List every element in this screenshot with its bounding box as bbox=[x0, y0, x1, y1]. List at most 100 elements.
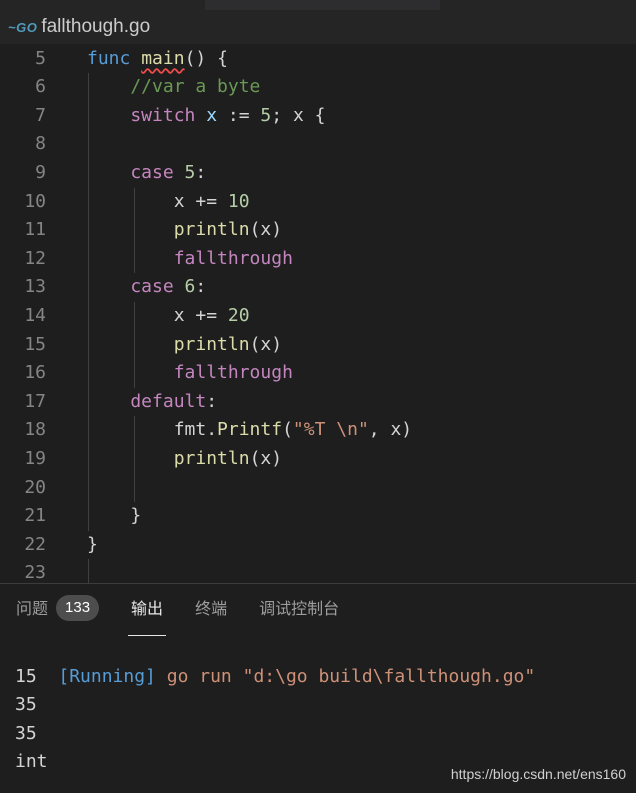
code-line[interactable]: 11 println(x) bbox=[0, 216, 636, 245]
code-token: := bbox=[217, 104, 261, 126]
code-token: println bbox=[87, 333, 250, 355]
line-number: 22 bbox=[24, 533, 46, 555]
code-text: x += 20 bbox=[87, 302, 250, 331]
code-line[interactable]: 16 fallthrough bbox=[0, 359, 636, 388]
code-token: fmt. bbox=[87, 419, 218, 441]
code-text: x += 10 bbox=[87, 188, 250, 217]
code-token: fallthrough bbox=[87, 362, 293, 384]
code-token: x += bbox=[87, 304, 228, 326]
line-number: 10 bbox=[24, 190, 46, 212]
code-token: 5 bbox=[173, 161, 196, 183]
line-number: 16 bbox=[24, 362, 46, 384]
code-line[interactable]: 21 } bbox=[0, 502, 636, 531]
code-line[interactable]: 18 fmt.Printf("%T \n", x) bbox=[0, 416, 636, 445]
code-token: } bbox=[87, 505, 142, 527]
code-line[interactable]: 22} bbox=[0, 531, 636, 560]
file-tab[interactable]: ~GO fallthough.go bbox=[8, 14, 150, 40]
code-token: ( bbox=[282, 419, 293, 441]
panel-tab-label: 问题 bbox=[16, 601, 49, 618]
code-token: } bbox=[87, 533, 98, 555]
code-token: case bbox=[87, 161, 174, 183]
output-line: 35 bbox=[15, 722, 37, 744]
code-token: : bbox=[195, 276, 207, 298]
code-token: case bbox=[87, 276, 174, 298]
code-token: Printf bbox=[217, 419, 283, 441]
code-token: 10 bbox=[227, 190, 250, 212]
panel-tab[interactable]: 输出 bbox=[128, 584, 167, 636]
code-text: fallthrough bbox=[87, 245, 293, 274]
line-number: 9 bbox=[35, 161, 46, 183]
code-line[interactable]: 17 default: bbox=[0, 388, 636, 417]
code-text: switch x := 5; x { bbox=[87, 102, 325, 131]
code-token: //var a byte bbox=[87, 76, 261, 98]
code-text: } bbox=[87, 531, 98, 560]
code-line[interactable]: 5 func main() { bbox=[0, 45, 636, 74]
code-token: (x) bbox=[249, 447, 283, 469]
code-token: func bbox=[87, 47, 131, 69]
code-line[interactable]: 9 case 5: bbox=[0, 159, 636, 188]
line-number: 6 bbox=[35, 76, 46, 98]
line-number: 7 bbox=[35, 104, 46, 126]
indent-guide bbox=[134, 301, 135, 388]
code-text: println(x) bbox=[87, 445, 282, 474]
code-line[interactable]: 8 bbox=[0, 130, 636, 159]
line-number: 12 bbox=[24, 247, 46, 269]
code-line[interactable]: 20 bbox=[0, 474, 636, 503]
line-number: 21 bbox=[24, 505, 46, 527]
code-editor[interactable]: 5 func main() {6 //var a byte 7 switch x :… bbox=[0, 44, 636, 583]
code-token: 20 bbox=[227, 304, 250, 326]
code-token: ; x { bbox=[271, 104, 326, 126]
code-token: (x) bbox=[249, 333, 283, 355]
line-number: 14 bbox=[24, 304, 46, 326]
code-line[interactable]: 23 bbox=[0, 559, 636, 583]
line-number: 23 bbox=[24, 562, 46, 583]
panel-tab[interactable]: 问题 133 bbox=[16, 584, 100, 636]
run-command: go run "d:\go build\fallthough.go" bbox=[166, 665, 536, 687]
code-token: fallthrough bbox=[87, 247, 293, 269]
code-token: main bbox=[141, 47, 185, 69]
code-line[interactable]: 7 switch x := 5; x { bbox=[0, 102, 636, 131]
tab-bar-scroll[interactable] bbox=[205, 0, 440, 10]
output-running-line: [Running] go run "d:\go build\fallthough… bbox=[15, 634, 535, 720]
line-number: 20 bbox=[24, 476, 46, 498]
code-token: (x) bbox=[249, 219, 283, 241]
code-line[interactable]: 19 println(x) bbox=[0, 445, 636, 474]
code-token: x bbox=[195, 104, 218, 126]
title-bar: ~GO fallthough.go bbox=[0, 0, 636, 45]
line-number: 19 bbox=[24, 447, 46, 469]
code-token: default bbox=[87, 390, 207, 412]
code-token: , x) bbox=[368, 419, 413, 441]
code-line[interactable]: 10 x += 10 bbox=[0, 188, 636, 217]
code-token: println bbox=[87, 447, 250, 469]
line-number: 17 bbox=[24, 390, 46, 412]
code-text: case 6: bbox=[87, 273, 206, 302]
code-text: func main() { bbox=[87, 45, 228, 74]
line-number: 18 bbox=[24, 419, 46, 441]
panel-tab[interactable]: 调试控制台 bbox=[259, 584, 339, 636]
code-line[interactable]: 15 println(x) bbox=[0, 331, 636, 360]
code-line[interactable]: 12 fallthrough bbox=[0, 245, 636, 274]
code-text: default: bbox=[87, 388, 217, 417]
code-token: "%T \n" bbox=[292, 419, 369, 441]
code-text: fmt.Printf("%T \n", x) bbox=[87, 416, 412, 445]
code-line[interactable]: 14 x += 20 bbox=[0, 302, 636, 331]
code-line[interactable]: 6 //var a byte bbox=[0, 73, 636, 102]
code-line[interactable]: 13 case 6: bbox=[0, 273, 636, 302]
code-token: println bbox=[87, 219, 250, 241]
panel-tab[interactable]: 终端 bbox=[195, 584, 227, 636]
output-line: 15 bbox=[15, 665, 37, 687]
code-token: 6 bbox=[173, 276, 196, 298]
code-token: : bbox=[195, 161, 207, 183]
panel-tabs: 问题 133 输出 终端 调试控制台 bbox=[16, 584, 371, 636]
panel-tab-label: 输出 bbox=[131, 601, 164, 618]
code-text: println(x) bbox=[87, 216, 282, 245]
problems-count-badge: 133 bbox=[56, 594, 100, 621]
output-line: int bbox=[15, 751, 48, 773]
indent-guide bbox=[88, 73, 89, 531]
indent-guide bbox=[88, 559, 89, 583]
go-file-icon: ~GO bbox=[8, 19, 38, 35]
output-line: 35 bbox=[15, 694, 37, 716]
line-number: 8 bbox=[35, 133, 46, 155]
file-tab-label: fallthough.go bbox=[41, 16, 151, 37]
